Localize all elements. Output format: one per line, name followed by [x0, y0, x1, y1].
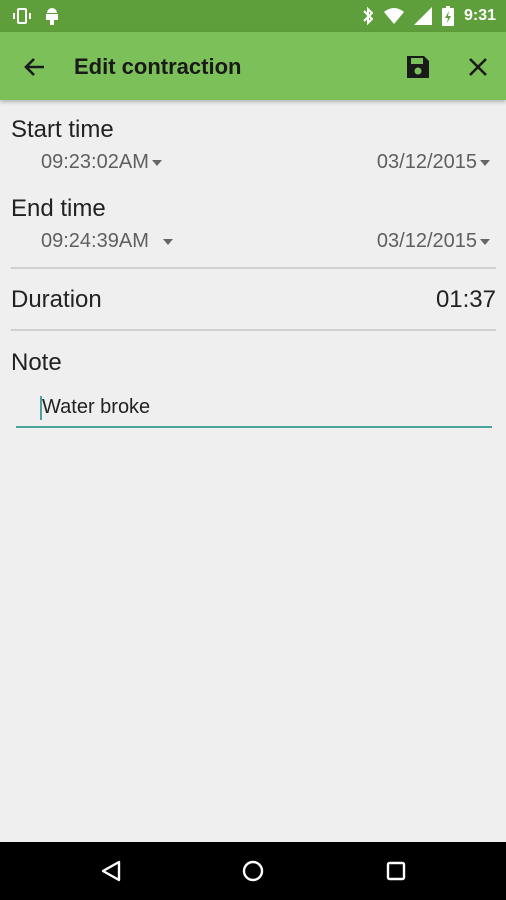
nav-bar	[0, 842, 506, 900]
note-label: Note	[11, 349, 62, 376]
end-date-dropdown-icon	[480, 238, 490, 245]
status-clock: 9:31	[463, 7, 496, 24]
save-icon[interactable]	[405, 54, 431, 80]
note-text: Water broke	[42, 396, 151, 418]
android-icon	[46, 8, 58, 25]
nav-recents-icon[interactable]	[384, 859, 408, 883]
end-time-picker[interactable]: 09:24:39AM	[41, 230, 173, 253]
duration-label: Duration	[11, 286, 102, 313]
wifi-icon	[383, 8, 404, 24]
end-time-value: 09:24:39AM	[41, 230, 149, 252]
page-title: Edit contraction	[74, 54, 242, 79]
status-bar: 9:31	[0, 0, 506, 32]
nav-back-icon[interactable]	[99, 859, 123, 883]
signal-icon	[413, 7, 432, 25]
end-date-value: 03/12/2015	[376, 230, 477, 252]
bluetooth-icon	[363, 6, 374, 26]
start-time-picker[interactable]: 09:23:02AM	[41, 151, 162, 174]
note-input[interactable]: Water broke	[16, 392, 492, 428]
back-arrow-icon[interactable]	[22, 54, 48, 80]
start-date-picker[interactable]: 03/12/2015	[377, 151, 490, 174]
close-icon[interactable]	[465, 54, 491, 80]
nav-home-icon[interactable]	[241, 859, 265, 883]
end-time-label: End time	[11, 195, 106, 222]
divider	[11, 267, 496, 269]
start-date-value: 03/12/2015	[376, 151, 477, 173]
duration-value: 01:37	[435, 286, 496, 313]
app-bar: Edit contraction	[0, 32, 506, 100]
end-time-dropdown-icon	[162, 238, 173, 245]
start-date-dropdown-icon	[480, 159, 490, 166]
battery-icon	[441, 6, 454, 26]
start-time-label: Start time	[11, 116, 114, 143]
start-time-dropdown-icon	[151, 159, 162, 166]
vibrate-icon	[13, 8, 31, 24]
start-time-value: 09:23:02AM	[41, 151, 149, 173]
end-date-picker[interactable]: 03/12/2015	[377, 230, 490, 253]
divider	[11, 329, 496, 331]
